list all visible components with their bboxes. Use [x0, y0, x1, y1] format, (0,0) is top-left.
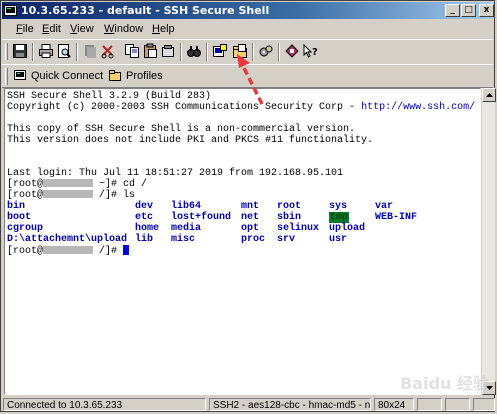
- ls-entry: mnt: [241, 201, 260, 212]
- ls-entry: boot: [7, 212, 32, 223]
- find-icon[interactable]: [186, 43, 202, 59]
- new-terminal-window-icon[interactable]: [212, 43, 228, 59]
- ls-entry: WEB-INF: [375, 212, 418, 223]
- resize-grip[interactable]: [473, 398, 495, 411]
- ls-entry: cgroup: [7, 223, 44, 234]
- scroll-up-button[interactable]: [482, 88, 496, 102]
- close-button[interactable]: x: [479, 4, 494, 17]
- print-icon[interactable]: [38, 43, 54, 59]
- status-panel: [445, 398, 470, 411]
- terminal-prompt: [root@ ~]# cd /: [7, 179, 148, 190]
- ls-entry: proc: [241, 234, 266, 245]
- ls-entry: srv: [277, 234, 296, 245]
- toolbar-grip[interactable]: [5, 43, 8, 60]
- terminal-line-last-login: Last login: Thu Jul 11 18:51:27 2019 fro…: [7, 168, 344, 179]
- toolbar-grip[interactable]: [5, 68, 8, 85]
- toolbar-separator: [180, 43, 182, 61]
- toolbar-separator: [252, 43, 254, 61]
- ls-entry: media: [171, 223, 202, 234]
- ls-entry: dev: [135, 201, 154, 212]
- ls-entry: usr: [329, 234, 348, 245]
- toolbar-separator: [76, 43, 78, 61]
- menu-window[interactable]: Window: [104, 22, 143, 36]
- toolbar-separator: [278, 43, 280, 61]
- maximize-button[interactable]: □: [461, 4, 476, 17]
- quick-connect-bar: Quick Connect Profiles: [2, 64, 493, 88]
- status-panel: [417, 398, 442, 411]
- terminal-cursor: [123, 245, 130, 255]
- menu-view[interactable]: View: [70, 22, 94, 36]
- folder-icon: [109, 70, 121, 81]
- minimize-button[interactable]: _: [445, 4, 460, 17]
- redacted-hostname: [43, 179, 94, 187]
- profiles-button[interactable]: Profiles: [108, 67, 168, 85]
- terminal-line-pki: This version does not include PKI and PK…: [7, 135, 374, 146]
- ssh-window: 10.3.65.233 - default - SSH Secure Shell…: [0, 0, 496, 412]
- ls-entry: lib: [135, 234, 154, 245]
- copy-icon[interactable]: [100, 43, 116, 59]
- main-toolbar: ?: [2, 39, 493, 65]
- terminal-link[interactable]: http://www.ssh.com/: [361, 102, 475, 113]
- terminal-prompt: [root@ /]# ls: [7, 190, 136, 201]
- ls-entry: sys: [329, 201, 348, 212]
- settings-icon[interactable]: [258, 43, 274, 59]
- terminal-line-license: This copy of SSH Secure Shell is a non-c…: [7, 124, 356, 135]
- title-bar[interactable]: 10.3.65.233 - default - SSH Secure Shell…: [2, 2, 494, 19]
- ls-entry: tmp: [329, 212, 350, 223]
- profiles-icon[interactable]: [284, 43, 300, 59]
- svg-text:?: ?: [312, 47, 318, 58]
- redacted-hostname: [43, 246, 94, 254]
- app-icon: [4, 5, 17, 16]
- terminal-line-copyright: Copyright (c) 2000-2003 SSH Communicatio…: [7, 102, 476, 113]
- menu-bar: File Edit View Window Help: [2, 20, 493, 38]
- status-terminal-size: 80x24: [374, 398, 414, 411]
- ls-entry: D:\attachemnt\upload: [7, 234, 128, 245]
- ls-entry: root: [277, 201, 302, 212]
- quick-connect-icon: [14, 70, 26, 80]
- save-icon[interactable]: [12, 43, 28, 59]
- ls-entry: selinux: [277, 223, 320, 234]
- ls-entry: bin: [7, 201, 26, 212]
- redacted-hostname: [43, 190, 94, 198]
- quick-connect-button[interactable]: Quick Connect: [13, 67, 103, 85]
- ls-entry: home: [135, 223, 160, 234]
- new-file-transfer-window-icon[interactable]: [232, 43, 248, 59]
- cut-icon[interactable]: [82, 43, 98, 59]
- vertical-scrollbar[interactable]: [481, 88, 496, 395]
- terminal-line-version: SSH Secure Shell 3.2.9 (Build 283): [7, 91, 212, 102]
- menu-edit[interactable]: Edit: [42, 22, 61, 36]
- terminal-area[interactable]: SSH Secure Shell 3.2.9 (Build 283) Copyr…: [4, 88, 481, 395]
- ls-entry: etc: [135, 212, 154, 223]
- ls-entry: misc: [171, 234, 196, 245]
- ls-entry: lost+found: [171, 212, 232, 223]
- help-context-icon[interactable]: ?: [302, 43, 318, 59]
- paste-icon[interactable]: [124, 43, 140, 59]
- ls-entry: sbin: [277, 212, 302, 223]
- print-preview-icon[interactable]: [56, 43, 72, 59]
- menu-help[interactable]: Help: [152, 22, 175, 36]
- ls-entry: net: [241, 212, 260, 223]
- toolbar-separator: [206, 43, 208, 61]
- terminal-prompt: [root@ /]#: [7, 245, 130, 257]
- search-icon[interactable]: [160, 43, 176, 59]
- watermark: Baidu 经验: [400, 374, 489, 393]
- status-bar: Connected to 10.3.65.233 SSH2 - aes128-c…: [2, 397, 495, 412]
- status-cipher: SSH2 - aes128-cbc - hmac-md5 - n: [209, 398, 371, 411]
- menu-file[interactable]: File: [16, 22, 34, 36]
- window-title: 10.3.65.233 - default - SSH Secure Shell: [21, 4, 270, 17]
- ls-entry: var: [375, 201, 394, 212]
- paste-clipboard-icon[interactable]: [142, 43, 158, 59]
- ls-entry: upload: [329, 223, 366, 234]
- status-connection: Connected to 10.3.65.233: [3, 398, 206, 411]
- ls-entry: opt: [241, 223, 260, 234]
- toolbar-separator: [32, 43, 34, 61]
- ls-entry: lib64: [171, 201, 202, 212]
